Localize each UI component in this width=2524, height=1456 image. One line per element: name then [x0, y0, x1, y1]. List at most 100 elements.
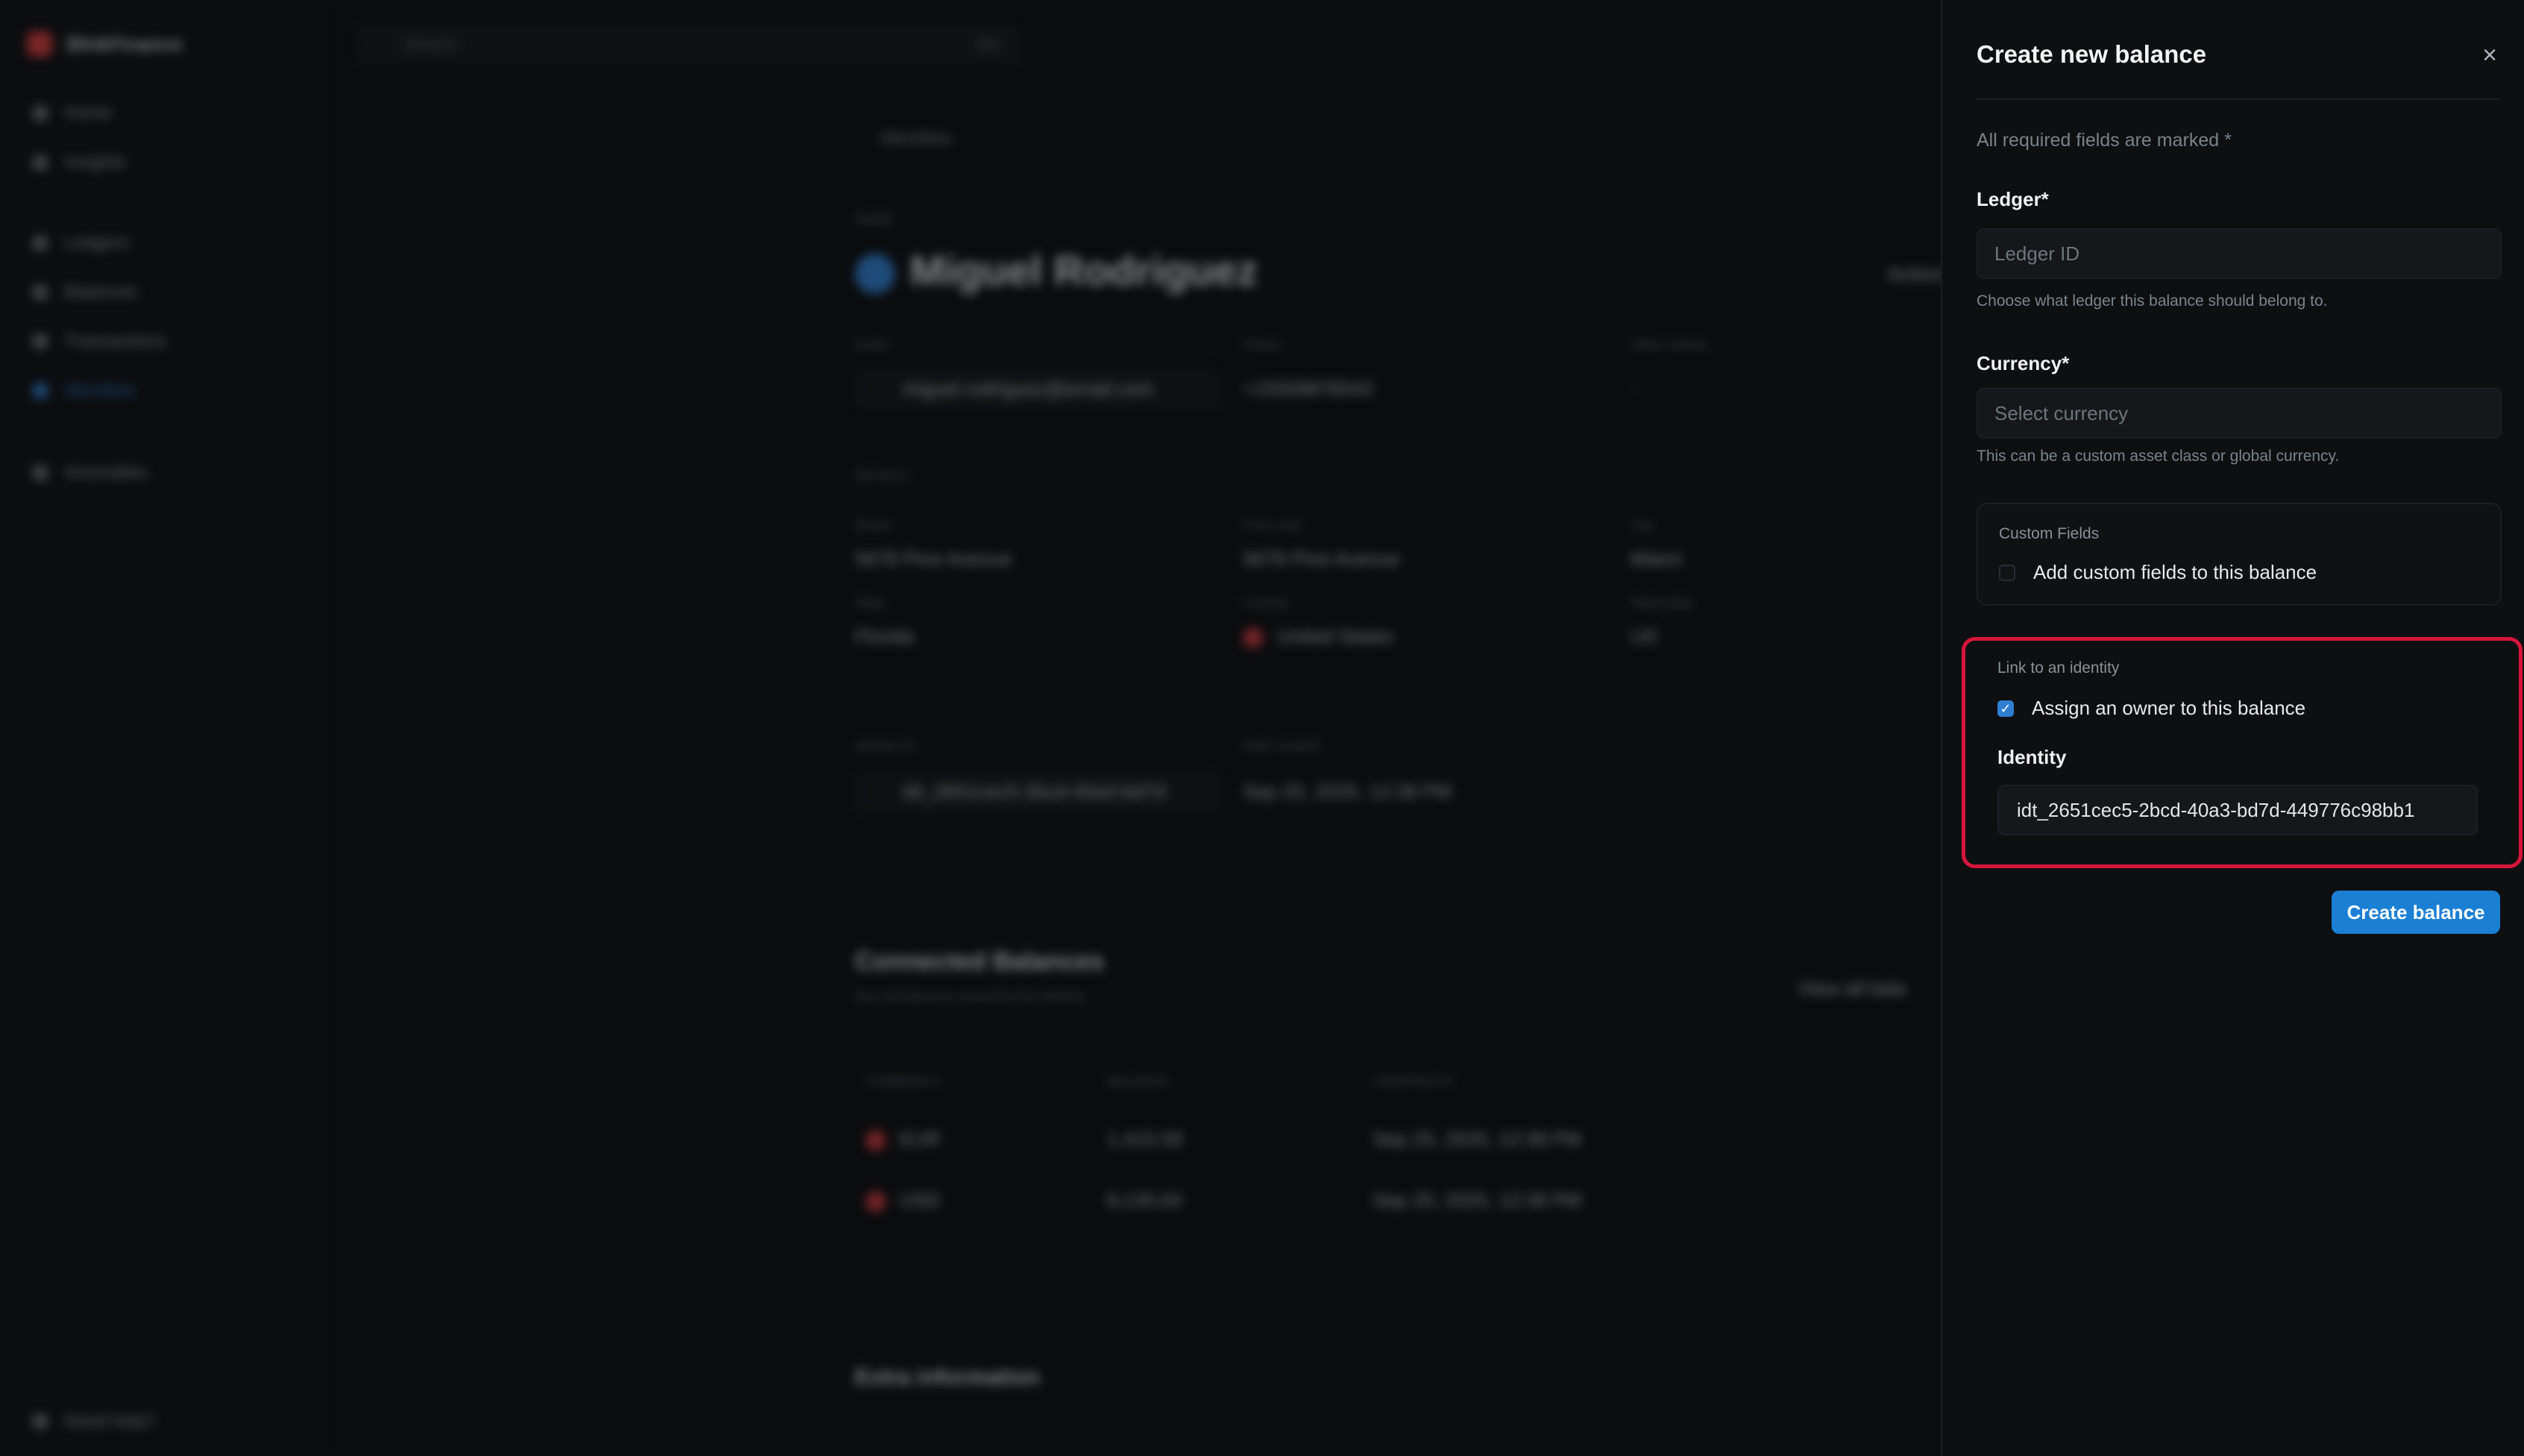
- ledger-hint: Choose what ledger this balance should b…: [1977, 292, 2328, 310]
- help-link[interactable]: Need help?: [33, 1411, 156, 1432]
- view-all-balances-button[interactable]: View all bala: [1798, 977, 1906, 1000]
- column-header-created: CREATED AT: [1372, 1074, 1455, 1089]
- usd-flag-icon: [865, 1191, 886, 1213]
- identity-link-heading: Link to an identity: [1997, 659, 2120, 677]
- column-header-balance: BALANCE: [1107, 1074, 1170, 1089]
- table-row[interactable]: USD: [865, 1189, 941, 1213]
- country-label: Country: [1243, 595, 1290, 610]
- us-flag-icon: [1243, 627, 1263, 649]
- row-balance: 1,415.59: [1107, 1128, 1183, 1150]
- sidebar-item-label: Insights: [64, 152, 126, 172]
- identity-field-label: Identity: [1997, 746, 2067, 768]
- transactions-icon: [33, 334, 48, 349]
- sidebar-item-label: Identities: [64, 380, 136, 401]
- background-app: BlnkFinance Home Insights Ledgers Balanc…: [0, 0, 1950, 1456]
- postcode-label: Post code: [1243, 518, 1303, 533]
- custom-fields-checkbox-row[interactable]: Add custom fields to this balance: [1999, 561, 2317, 584]
- other-names-label: Other names: [1630, 337, 1709, 352]
- currency-label: Currency*: [1977, 352, 2070, 374]
- help-icon: [33, 1414, 48, 1429]
- required-fields-note: All required fields are marked *: [1977, 130, 2232, 151]
- assign-owner-checkbox-label: Assign an owner to this balance: [2032, 697, 2306, 719]
- row-created: Sep 25, 2025, 12:38 PM: [1372, 1189, 1582, 1211]
- details-label: DETAILS: [855, 468, 910, 483]
- extra-information-title: Extra information: [855, 1365, 1040, 1390]
- search-shortcut: ⌘K: [976, 37, 1001, 54]
- sidebar-item-label: Home: [64, 103, 113, 123]
- ledger-label: Ledger*: [1977, 188, 2049, 210]
- sidebar-item-insights[interactable]: Insights: [33, 152, 126, 173]
- country-value: United States: [1243, 625, 1394, 649]
- brand[interactable]: BlnkFinance: [27, 31, 183, 57]
- sidebar-item-label: Transactions: [64, 331, 166, 351]
- insights-icon: [33, 155, 48, 170]
- sidebar-item-ledgers[interactable]: Ledgers: [33, 233, 129, 254]
- drawer-divider: [1977, 98, 2500, 100]
- connected-balances-subtitle: See all balances owned by this identity: [855, 989, 1086, 1004]
- street-value: 5678 Pine Avenue: [855, 547, 1012, 570]
- sidebar: BlnkFinance Home Insights Ledgers Balanc…: [0, 0, 321, 1456]
- identity-input[interactable]: idt_2651cec5-2bcd-40a3-bd7d-449776c98bb1: [1997, 785, 2478, 835]
- country-text: United States: [1277, 625, 1394, 647]
- other-names-value: -: [1630, 377, 1637, 400]
- create-balance-button[interactable]: Create balance: [2332, 891, 2500, 934]
- street-label: Street: [855, 518, 891, 533]
- currency-hint: This can be a custom asset class or glob…: [1977, 448, 2340, 465]
- row-currency: EUR: [900, 1128, 941, 1150]
- identities-icon: [33, 383, 48, 398]
- sidebar-item-identities[interactable]: Identities: [33, 380, 136, 401]
- ledger-placeholder: Ledger ID: [1994, 242, 2080, 265]
- sidebar-item-transactions[interactable]: Transactions: [33, 331, 166, 352]
- date-created-label: Date created: [1243, 738, 1320, 753]
- connected-balances-title: Connected Balances: [855, 947, 1105, 976]
- currency-placeholder: Select currency: [1994, 401, 2129, 424]
- city-label: City: [1630, 518, 1654, 533]
- anomalies-icon: [33, 465, 48, 480]
- custom-fields-checkbox[interactable]: [1999, 564, 2015, 581]
- identity-id-value: idt_2651cec5-2bcd-40a3-bd7d: [902, 780, 1166, 803]
- nationality-label: Nationality: [1630, 595, 1694, 610]
- create-balance-drawer: Create new balance × All required fields…: [1941, 0, 2524, 1456]
- close-icon[interactable]: ×: [2476, 42, 2503, 69]
- ledgers-icon: [33, 236, 48, 251]
- custom-fields-heading: Custom Fields: [1999, 525, 2100, 542]
- assign-owner-checkbox[interactable]: ✓: [1997, 700, 2014, 717]
- nationality-value: US: [1630, 625, 1658, 647]
- table-row[interactable]: EUR: [865, 1128, 941, 1152]
- identity-name: Miguel Rodriguez: [910, 247, 1258, 294]
- custom-fields-card: Custom Fields Add custom fields to this …: [1977, 503, 2502, 606]
- custom-fields-checkbox-label: Add custom fields to this balance: [2033, 561, 2317, 583]
- balances-icon: [33, 285, 48, 300]
- phone-label: Phone: [1243, 337, 1282, 352]
- row-balance: 8,135.64: [1107, 1189, 1183, 1211]
- sidebar-item-anomalies[interactable]: Anomalies: [33, 462, 148, 483]
- email-value: miguel.rodriguez@email.com: [902, 377, 1155, 400]
- state-value: Florida: [855, 625, 914, 647]
- sidebar-item-label: Anomalies: [64, 462, 148, 483]
- sidebar-item-label: Ledgers: [64, 233, 129, 253]
- assign-owner-checkbox-row[interactable]: ✓ Assign an owner to this balance: [1997, 697, 2305, 720]
- help-label: Need help?: [64, 1411, 156, 1431]
- brand-logo-icon: [27, 31, 52, 57]
- row-currency: USD: [900, 1189, 941, 1211]
- identity-id-label: Identity ID: [855, 738, 916, 753]
- row-created: Sep 25, 2025, 12:38 PM: [1372, 1128, 1582, 1150]
- search-placeholder: Search: [404, 35, 456, 54]
- sidebar-item-balances[interactable]: Balances: [33, 282, 138, 303]
- identity-link-card: Link to an identity ✓ Assign an owner to…: [1977, 640, 2502, 864]
- ledger-input[interactable]: Ledger ID: [1977, 228, 2502, 279]
- sidebar-item-label: Balances: [64, 282, 138, 302]
- email-label: Email: [855, 337, 889, 352]
- identity-avatar: [855, 254, 895, 294]
- city-value: Miami: [1630, 547, 1683, 570]
- home-icon: [33, 106, 48, 121]
- search-input[interactable]: Search ⌘K: [357, 25, 1020, 64]
- brand-name: BlnkFinance: [67, 32, 183, 55]
- sidebar-item-home[interactable]: Home: [33, 103, 112, 124]
- currency-select[interactable]: Select currency: [1977, 388, 2502, 439]
- name-label: NAME: [855, 212, 894, 227]
- eur-flag-icon: [865, 1130, 886, 1152]
- state-label: State: [855, 595, 887, 610]
- drawer-title: Create new balance: [1977, 40, 2207, 68]
- breadcrumb[interactable]: Identities: [880, 128, 952, 149]
